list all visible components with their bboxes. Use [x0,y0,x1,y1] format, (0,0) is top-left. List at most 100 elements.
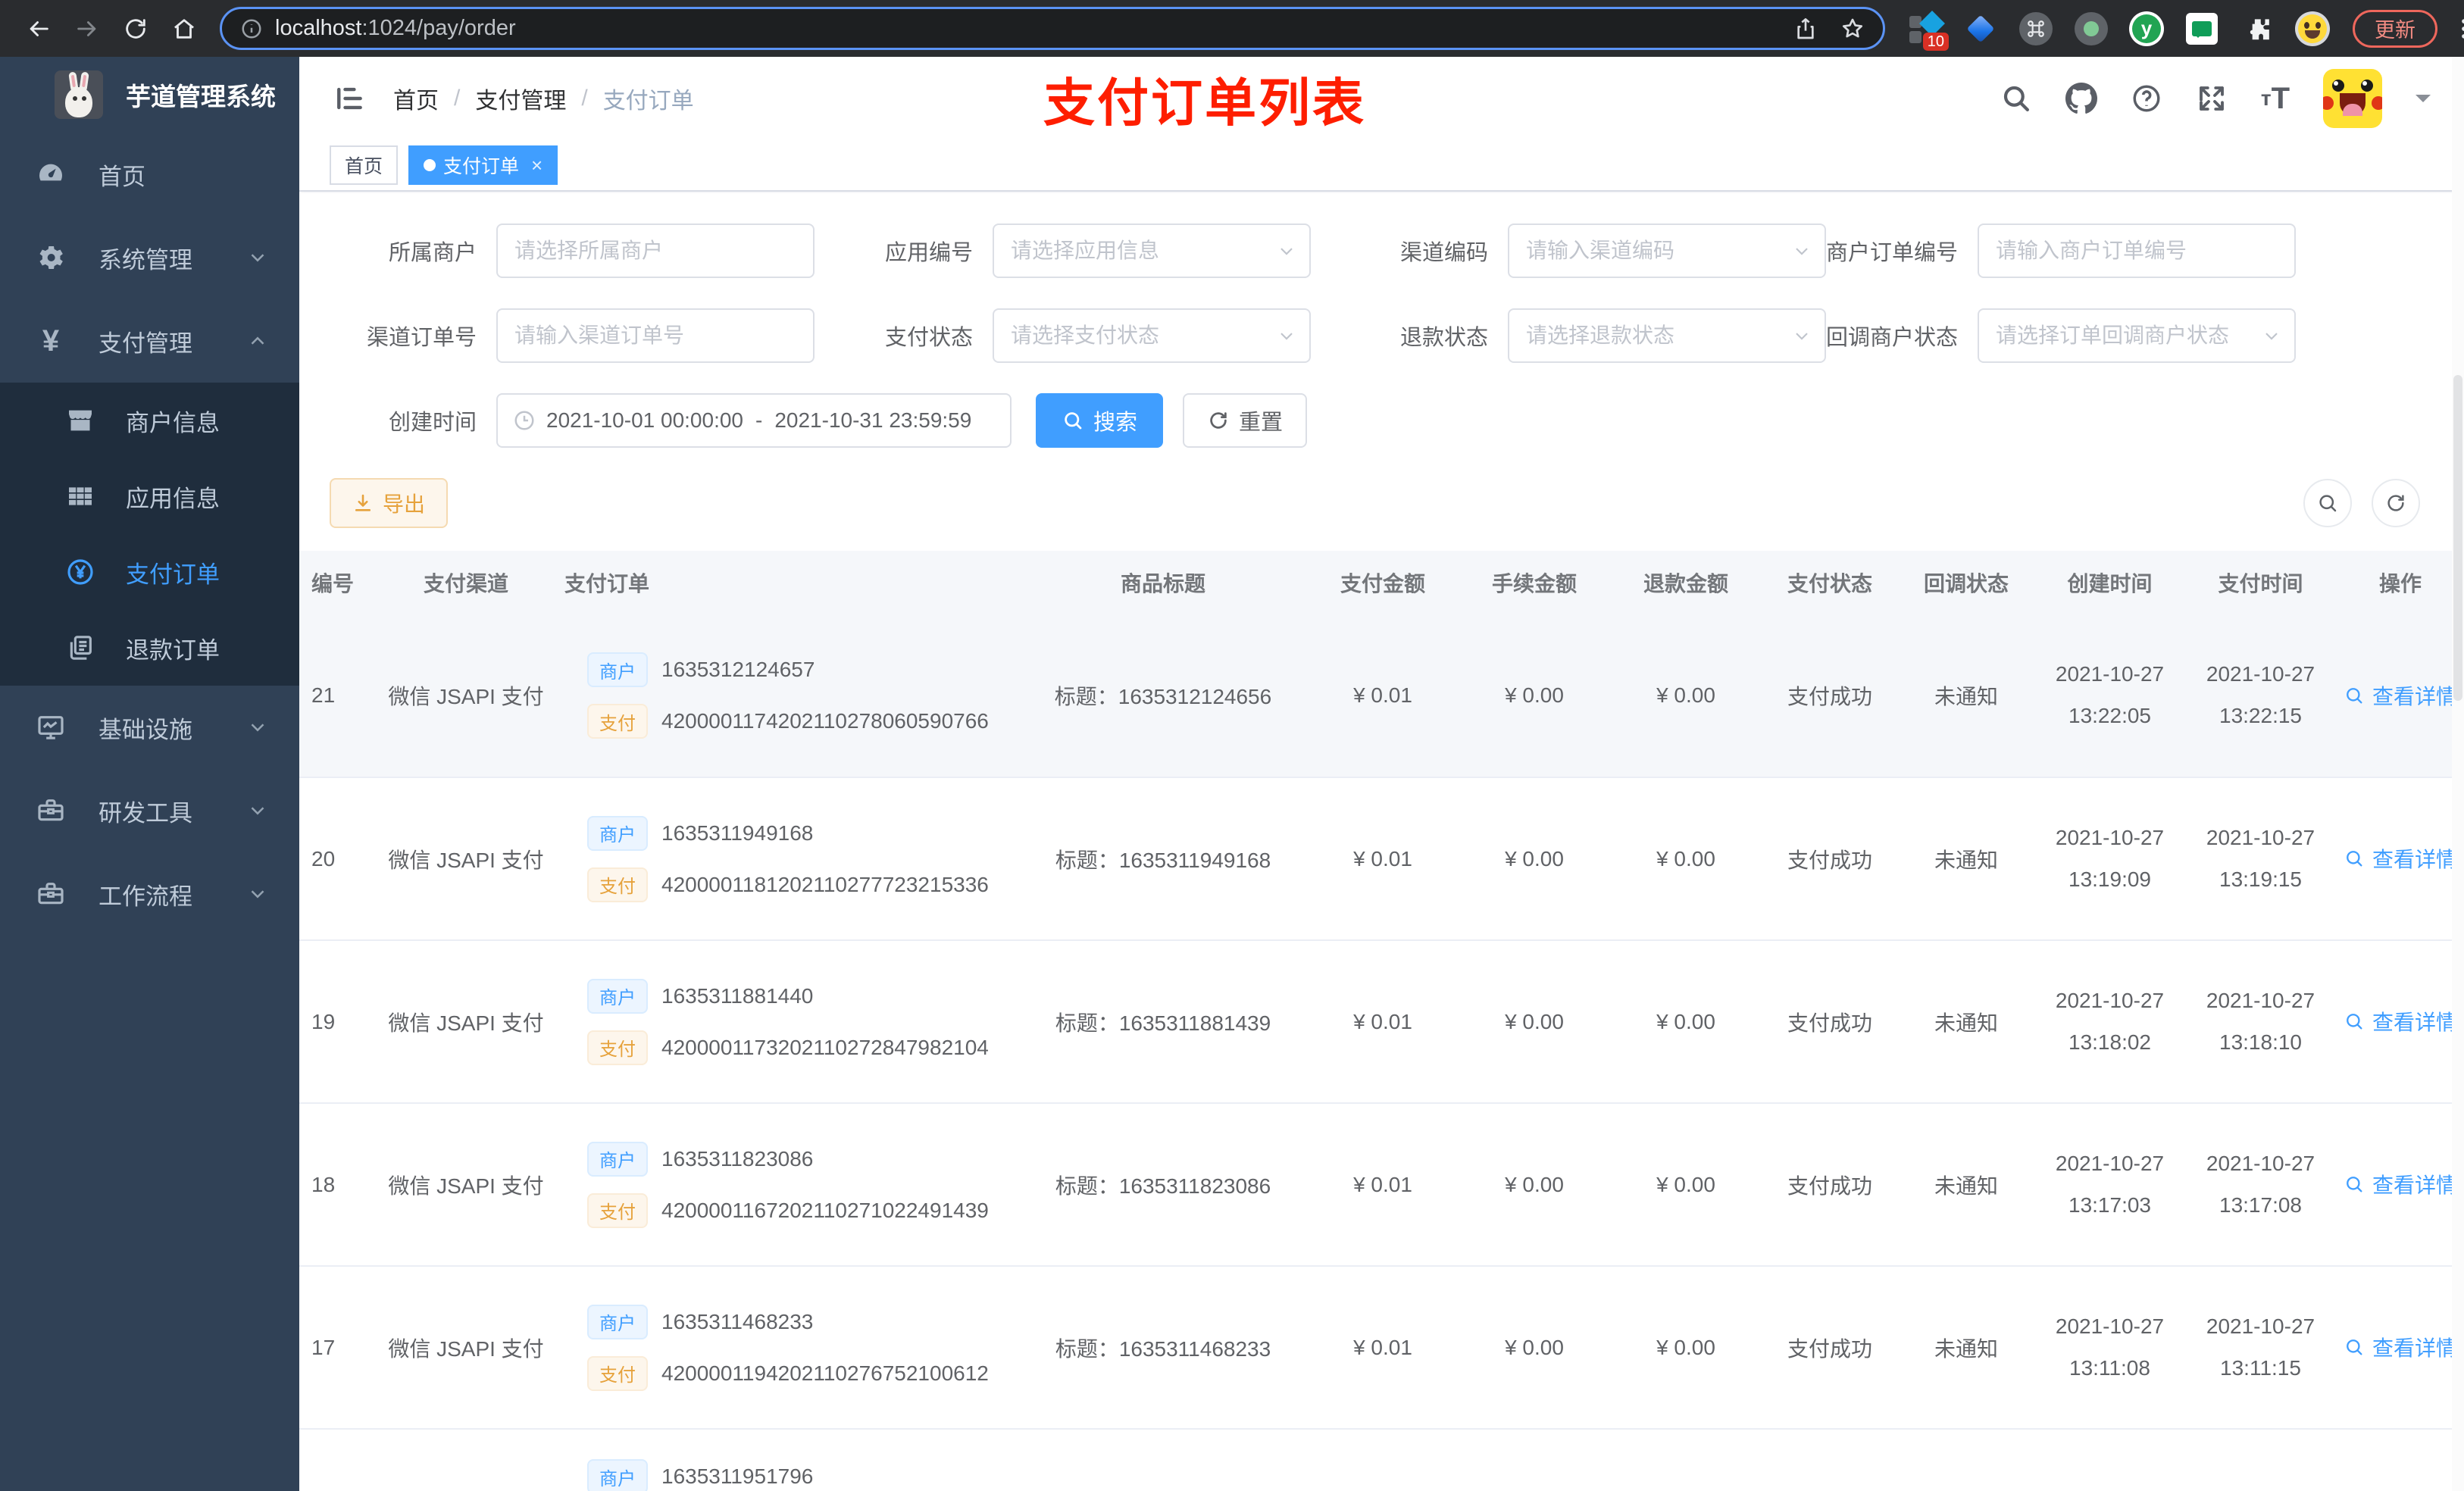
date-range-input[interactable]: 2021-10-01 00:00:00 - 2021-10-31 23:59:5… [496,393,1012,448]
filter-select-pay-status[interactable] [993,308,1311,363]
font-size-icon[interactable]: тТ [2261,83,2290,114]
bookmark-star-icon[interactable] [1840,17,1865,41]
filter-input-merchant-order-no[interactable] [1978,223,2296,278]
shop-icon [64,405,97,436]
merchant-input[interactable] [514,239,796,263]
command-extension-icon[interactable] [2018,11,2053,46]
page-content: 所属商户应用编号渠道编码商户订单编号渠道订单号支付状态退款状态回调商户状态 创建… [299,193,2464,1491]
close-icon[interactable]: × [531,154,543,177]
kite-extension-icon[interactable] [1963,11,1998,46]
sidebar-item-home[interactable]: 首页 [0,133,299,216]
avatar-caret-icon[interactable] [2416,95,2431,110]
recorder-extension-icon[interactable] [2074,11,2109,46]
channel-code-input[interactable] [1526,239,1808,263]
pay-tag-number: 4200001167202110271022491439 [661,1198,989,1222]
callback-status-input[interactable] [1996,324,2278,348]
cell [2034,1429,2185,1491]
merchant-order-no-input[interactable] [1996,239,2278,263]
browser-update-button[interactable]: 更新 [2353,9,2437,48]
merchant-tag-number: 1635311823086 [661,1146,814,1171]
sidebar-item-merchant-info[interactable]: 商户信息 [0,383,299,458]
table-row-partial: 商户 1635311951796 [299,1429,2464,1491]
y-extension-icon[interactable]: y [2129,11,2164,46]
table-row: 17 微信 JSAPI 支付 商户 1635311468233 支付 4200001194… [299,1266,2464,1430]
view-detail-link[interactable]: 查看详情 [2344,680,2457,711]
chat-extension-icon[interactable] [2184,11,2219,46]
app-no-input[interactable] [1011,239,1293,263]
tab-首页[interactable]: 首页 [330,145,399,185]
user-avatar[interactable] [2323,69,2382,128]
filter-input-channel-order-no[interactable] [496,308,815,363]
cell-created-time: 2021-10-27 13:19:09 [2034,777,2185,941]
table-row: 19 微信 JSAPI 支付 商户 1635311881440 支付 4200001173… [299,940,2464,1104]
tab-支付订单[interactable]: 支付订单 × [408,145,558,185]
view-detail-link[interactable]: 查看详情 [2344,1006,2457,1036]
pay-tag-number: 4200001174202110278060590766 [661,709,989,733]
sidebar-item-label: 首页 [98,163,145,190]
view-detail-link[interactable]: 查看详情 [2344,1169,2457,1199]
merchant-tag-number: 1635311881440 [661,983,814,1008]
merchant-tag: 商户 [587,652,648,687]
search-button[interactable]: 搜索 [1036,393,1164,448]
channel-order-no-input[interactable] [514,324,796,348]
emoji-profile-icon[interactable] [2295,11,2330,46]
sidebar-menu: 首页系统管理 ¥ 支付管理 商户信息 应用信息 支付订单退款订单基础设施 研发工具 工作流程 [0,133,299,936]
filter-select-app-no[interactable] [993,223,1311,278]
sidebar-item-infra[interactable]: 基础设施 [0,686,299,769]
sidebar-item-pay-order[interactable]: 支付订单 [0,534,299,610]
reset-button-label: 重置 [1239,411,1284,435]
filter-select-refund-status[interactable] [1508,308,1826,363]
logo-rabbit-image [55,70,103,119]
cell-created-time: 2021-10-27 13:11:08 [2034,1266,2185,1430]
app-title: 芋道管理系统 [126,83,276,111]
help-icon[interactable] [2131,83,2162,114]
browser-forward-button[interactable] [68,10,106,48]
github-icon[interactable] [2065,83,2097,114]
search-icon[interactable] [2000,83,2032,114]
sidebar-logo[interactable]: 芋道管理系统 [0,57,299,133]
refund-status-input[interactable] [1526,324,1808,348]
refresh-table-button[interactable] [2372,479,2420,527]
sidebar-item-label: 退款订单 [126,636,220,664]
gear-icon [33,242,68,273]
cell-fee-amount: ¥ 0.00 [1459,777,1610,941]
sidebar-item-devtools[interactable]: 研发工具 [0,769,299,852]
view-detail-link[interactable]: 查看详情 [2344,843,2457,874]
toggle-search-form-button[interactable] [2303,479,2352,527]
browser-reload-button[interactable] [117,10,155,48]
date-start-value[interactable]: 2021-10-01 00:00:00 [546,408,743,433]
browser-back-button[interactable] [20,10,58,48]
pay-order-table: 编号 支付渠道 支付订单 商品标题 支付金额 手续金额 退款金额 支付状态 回调状态 创建时间 支付… [299,551,2464,1491]
sidebar-item-label: 系统管理 [98,246,192,274]
breadcrumb-home[interactable]: 首页 [393,82,439,115]
scrollbar-thumb[interactable] [2453,375,2462,701]
reset-button[interactable]: 重置 [1183,393,1308,448]
address-bar[interactable]: localhost:1024/pay/order [220,7,1885,50]
sidebar-item-workflow[interactable]: 工作流程 [0,852,299,936]
extension-icon-1[interactable]: 10 [1908,10,1949,51]
hamburger-icon[interactable] [333,82,366,115]
url-host: localhost [275,16,362,40]
view-detail-link[interactable]: 查看详情 [2344,1332,2457,1362]
sidebar-item-system[interactable]: 系统管理 [0,216,299,299]
puzzle-extensions-icon[interactable] [2240,11,2275,46]
sidebar-item-refund-order[interactable]: 退款订单 [0,610,299,686]
export-button[interactable]: 导出 [330,478,449,528]
pay-tag-number: 4200001181202110277723215336 [661,872,989,896]
filter-select-callback-status[interactable] [1978,308,2296,363]
date-end-value[interactable]: 2021-10-31 23:59:59 [774,408,971,433]
browser-home-button[interactable] [165,10,203,48]
breadcrumb-pay-manage[interactable]: 支付管理 [475,82,566,115]
share-icon[interactable] [1793,17,1818,41]
filter-input-merchant[interactable] [496,223,815,278]
sidebar-item-app-info[interactable]: 应用信息 [0,458,299,534]
sidebar-item-pay[interactable]: ¥ 支付管理 [0,299,299,383]
column-header-回调状态: 回调状态 [1898,551,2034,614]
page-scrollbar[interactable] [2452,57,2464,1491]
active-tab-dot [424,159,436,171]
page-info-icon[interactable] [240,17,263,40]
filter-select-channel-code[interactable] [1508,223,1826,278]
browser-menu-icon[interactable] [2451,16,2464,42]
pay-status-input[interactable] [1011,324,1293,348]
fullscreen-icon[interactable] [2196,83,2228,114]
